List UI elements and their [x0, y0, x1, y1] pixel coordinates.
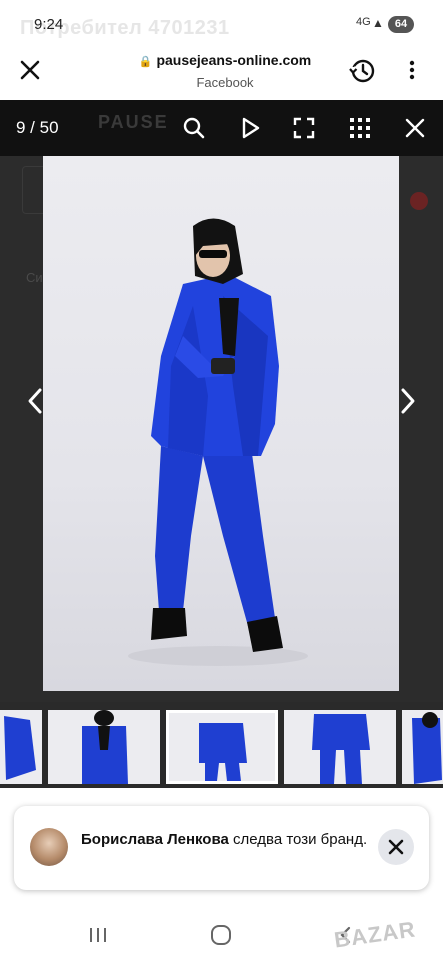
- watermark-logo: BAZAR: [332, 916, 418, 953]
- gallery-close-icon[interactable]: [403, 116, 427, 140]
- thumbnail[interactable]: [0, 710, 42, 784]
- dismiss-button[interactable]: [378, 829, 414, 865]
- thumbnail[interactable]: [48, 710, 160, 784]
- more-vert-icon[interactable]: [405, 59, 419, 81]
- ghost-logo: PAUSE: [98, 112, 169, 132]
- lock-icon: 🔒: [138, 56, 153, 68]
- follow-notification[interactable]: Борислава Ленкова следва този бранд.: [14, 806, 429, 890]
- grid-icon[interactable]: [348, 116, 372, 140]
- product-photo[interactable]: [43, 156, 399, 691]
- image-stage: Си: [0, 156, 443, 702]
- thumbnail-strip: [0, 702, 443, 788]
- history-icon[interactable]: [348, 57, 376, 85]
- notification-text: Борислава Ленкова следва този бранд.: [81, 830, 371, 850]
- play-icon[interactable]: [238, 116, 262, 140]
- image-counter: 9 / 50: [16, 118, 59, 137]
- status-bar: Потребител 4701231 9:24 4G ▲ 64: [0, 0, 443, 46]
- notification-message: следва този бранд.: [228, 831, 368, 848]
- status-time: 9:24: [34, 16, 64, 33]
- model-illustration: [128, 218, 308, 666]
- wifi-icon: ▲: [372, 16, 384, 30]
- close-icon: [388, 839, 404, 855]
- fullscreen-icon[interactable]: [292, 116, 316, 140]
- gallery-toolbar: 9 / 50 PAUSE: [0, 100, 443, 156]
- page-url: pausejeans-online.com: [156, 52, 312, 68]
- next-arrow-icon[interactable]: [397, 386, 419, 416]
- browser-bar: 🔒 pausejeans-online.com Facebook: [0, 46, 443, 100]
- home-icon[interactable]: [209, 923, 233, 947]
- follower-name: Борислава Ленкова: [81, 831, 229, 848]
- close-icon[interactable]: [18, 58, 42, 82]
- recents-icon[interactable]: [86, 923, 110, 947]
- referrer-label: Facebook: [196, 75, 254, 90]
- signal-indicator: 4G: [356, 16, 371, 28]
- ghost-label: Си: [26, 270, 43, 285]
- zoom-icon[interactable]: [182, 116, 206, 140]
- avatar: [30, 828, 68, 866]
- ghost-cart-badge: [410, 192, 428, 210]
- system-nav-bar: BAZAR: [0, 910, 443, 960]
- thumbnail[interactable]: [284, 710, 396, 784]
- thumbnail[interactable]: [402, 710, 443, 784]
- prev-arrow-icon[interactable]: [24, 386, 46, 416]
- battery-badge: 64: [388, 16, 414, 33]
- thumbnail-active[interactable]: [166, 710, 278, 784]
- address-area[interactable]: 🔒 pausejeans-online.com Facebook: [110, 52, 340, 90]
